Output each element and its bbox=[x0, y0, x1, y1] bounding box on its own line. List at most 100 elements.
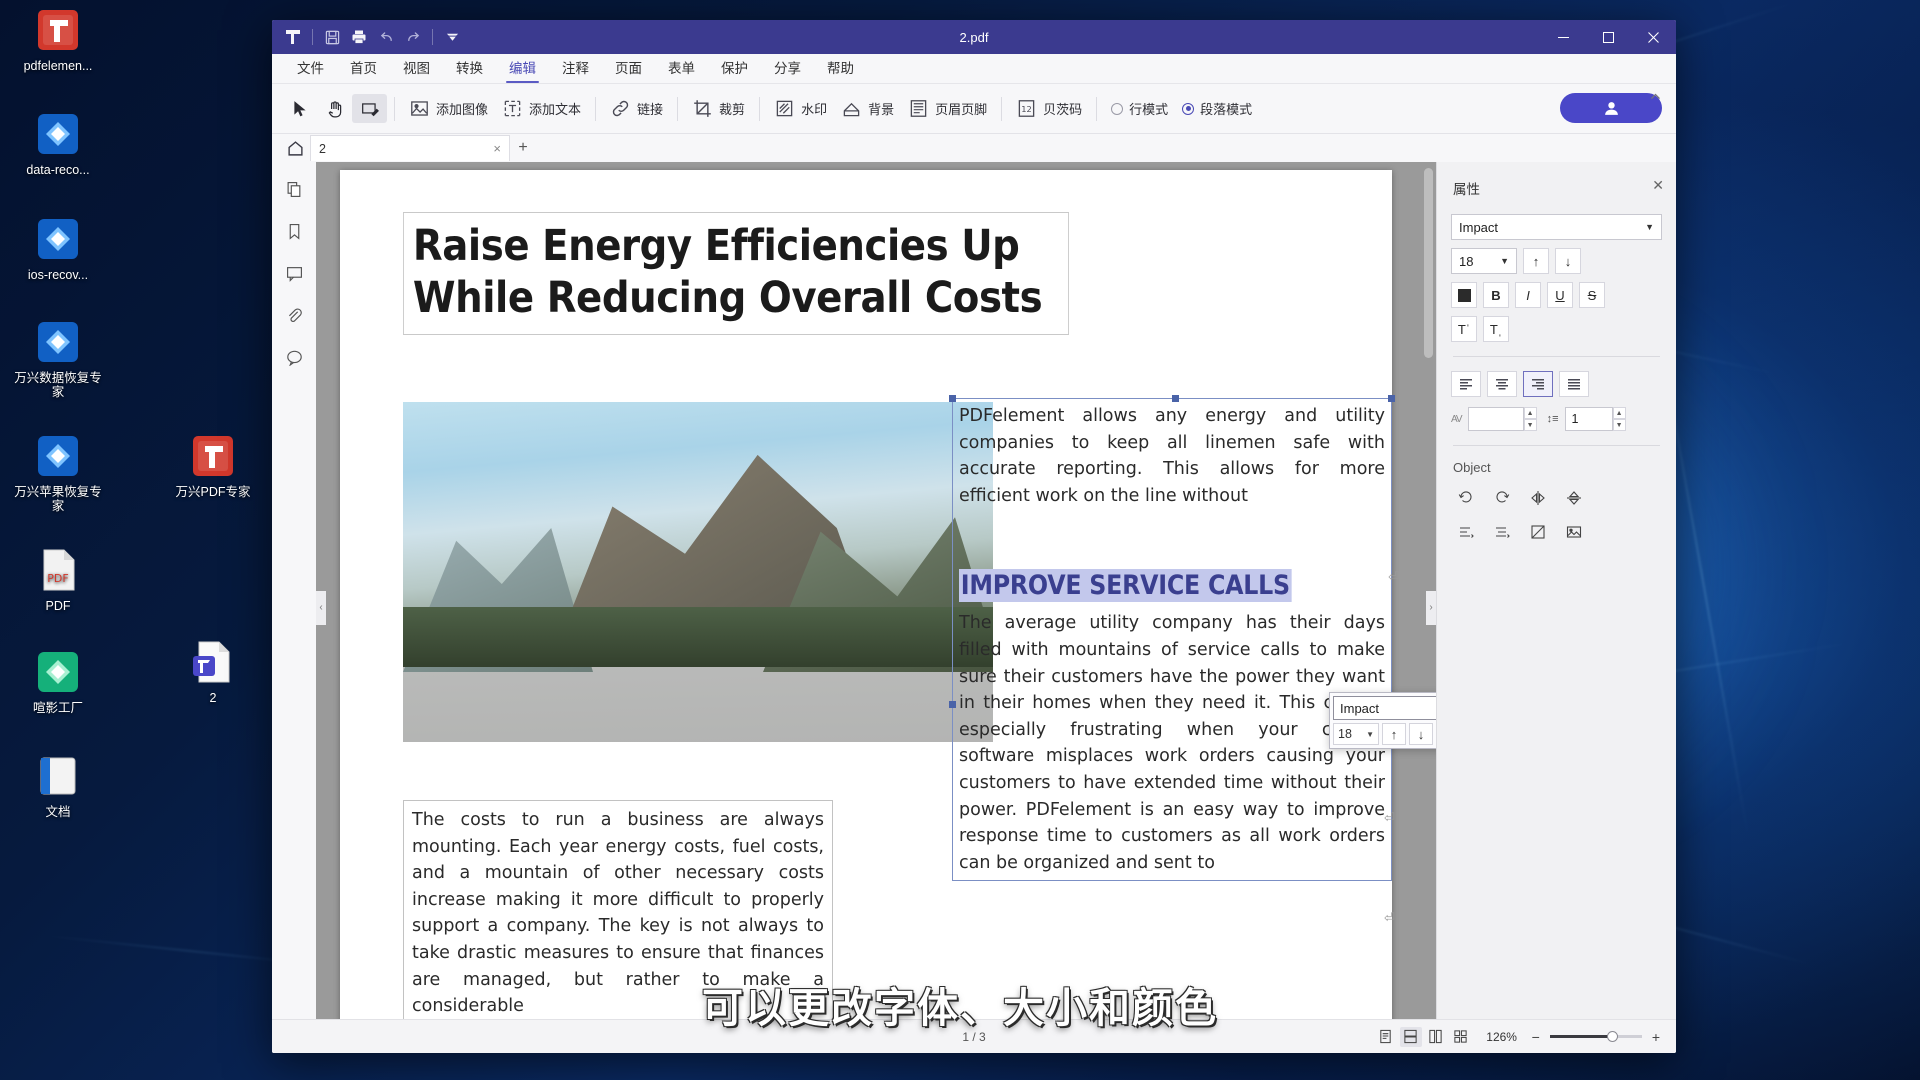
maximize-button[interactable] bbox=[1586, 20, 1631, 54]
continuous-view-button[interactable] bbox=[1399, 1026, 1422, 1047]
flip-vertical-button[interactable] bbox=[1559, 485, 1589, 511]
redo-icon[interactable] bbox=[400, 24, 426, 50]
align-justify-button[interactable] bbox=[1559, 371, 1589, 397]
desktop-icon-wondershare-data-recovery[interactable]: 万兴数据恢复专家 bbox=[10, 318, 106, 399]
document-right-paragraph-2[interactable]: The average utility company has their da… bbox=[959, 610, 1385, 876]
document-image[interactable] bbox=[403, 402, 993, 742]
collapse-right-panel-button[interactable]: › bbox=[1426, 590, 1436, 625]
selected-text-block[interactable]: PDFelement allows any energy and utility… bbox=[949, 395, 1399, 882]
menu-page[interactable]: 页面 bbox=[602, 57, 655, 83]
undo-icon[interactable] bbox=[373, 24, 399, 50]
collapse-left-panel-button[interactable]: ‹ bbox=[316, 590, 326, 625]
desktop-icon-data-recovery[interactable]: data-reco... bbox=[10, 110, 106, 177]
font-family-dropdown[interactable]: Impact ▼ bbox=[1451, 214, 1662, 240]
increase-font-size-button[interactable]: ↑ bbox=[1523, 248, 1549, 274]
menu-comment[interactable]: 注释 bbox=[549, 57, 602, 83]
document-right-paragraph-1[interactable]: PDFelement allows any energy and utility… bbox=[959, 403, 1385, 509]
desktop-icon-pdfelement[interactable]: pdfelemen... bbox=[10, 6, 106, 73]
close-button[interactable] bbox=[1631, 20, 1676, 54]
menu-convert[interactable]: 转换 bbox=[443, 57, 496, 83]
line-spacing-stepper[interactable]: ▲ ▼ bbox=[1612, 407, 1626, 431]
increase-font-size-button[interactable]: ↑ bbox=[1382, 723, 1406, 745]
desktop-icon-wondershare-pdf-expert[interactable]: 万兴PDF专家 bbox=[165, 432, 261, 499]
add-text-button[interactable]: 添加文本 bbox=[495, 94, 588, 123]
menu-file[interactable]: 文件 bbox=[284, 57, 337, 83]
strikethrough-button[interactable]: S bbox=[1579, 282, 1605, 308]
edit-tool[interactable] bbox=[352, 94, 387, 123]
document-tab[interactable]: 2 × bbox=[310, 135, 510, 161]
desktop-icon-pdf-folder[interactable]: PDF PDF bbox=[10, 546, 106, 613]
resize-handle-w[interactable] bbox=[949, 701, 956, 708]
selected-heading-text[interactable]: IMPROVE SERVICE CALLS bbox=[959, 569, 1292, 603]
watermark-button[interactable]: 水印 bbox=[767, 94, 834, 123]
resize-handle-ne[interactable] bbox=[1388, 395, 1395, 402]
collapse-ribbon-button[interactable] bbox=[1649, 90, 1662, 106]
menu-home[interactable]: 首页 bbox=[337, 57, 390, 83]
crop-object-button[interactable] bbox=[1523, 519, 1553, 545]
customize-toolbar-icon[interactable] bbox=[439, 24, 465, 50]
floating-font-size-dropdown[interactable]: 18 ▼ bbox=[1333, 723, 1379, 745]
close-properties-panel-button[interactable]: ✕ bbox=[1652, 177, 1664, 194]
decrease-font-size-button[interactable]: ↓ bbox=[1555, 248, 1581, 274]
decrease-font-size-button[interactable]: ↓ bbox=[1409, 723, 1433, 745]
header-footer-button[interactable]: 页眉页脚 bbox=[901, 94, 994, 123]
menu-share[interactable]: 分享 bbox=[761, 57, 814, 83]
comments-panel-icon[interactable] bbox=[281, 260, 307, 286]
rotate-left-button[interactable] bbox=[1451, 485, 1481, 511]
home-icon[interactable] bbox=[280, 135, 310, 161]
zoom-slider[interactable] bbox=[1549, 1031, 1642, 1042]
char-spacing-input[interactable] bbox=[1467, 407, 1524, 431]
select-tool[interactable] bbox=[282, 94, 317, 123]
replace-image-button[interactable] bbox=[1559, 519, 1589, 545]
hand-tool[interactable] bbox=[317, 94, 352, 123]
menu-form[interactable]: 表单 bbox=[655, 57, 708, 83]
resize-handle-n[interactable] bbox=[1172, 395, 1179, 402]
attachments-panel-icon[interactable] bbox=[281, 302, 307, 328]
line-spacing-input[interactable]: 1 bbox=[1564, 407, 1613, 431]
align-right-button[interactable] bbox=[1523, 371, 1553, 397]
char-spacing-stepper[interactable]: ▲ ▼ bbox=[1523, 407, 1537, 431]
underline-button[interactable]: U bbox=[1547, 282, 1573, 308]
italic-button[interactable]: I bbox=[1515, 282, 1541, 308]
bookmarks-panel-icon[interactable] bbox=[281, 218, 307, 244]
document-viewport[interactable]: ‹ Raise Energy Efficiencies Up While Red… bbox=[316, 162, 1436, 1019]
font-size-dropdown[interactable]: 18 ▼ bbox=[1451, 248, 1517, 274]
zoom-in-button[interactable]: + bbox=[1652, 1029, 1660, 1045]
app-logo-icon[interactable] bbox=[280, 24, 306, 50]
desktop-icon-video-factory[interactable]: 喧影工厂 bbox=[10, 648, 106, 715]
resize-handle-nw[interactable] bbox=[949, 395, 956, 402]
account-button[interactable] bbox=[1560, 93, 1662, 123]
pdf-page[interactable]: Raise Energy Efficiencies Up While Reduc… bbox=[340, 170, 1399, 1019]
save-icon[interactable] bbox=[319, 24, 345, 50]
zoom-slider-knob[interactable] bbox=[1606, 1031, 1618, 1042]
document-heading[interactable]: Raise Energy Efficiencies Up While Reduc… bbox=[403, 212, 1069, 336]
desktop-icon-documents-folder[interactable]: 文档 bbox=[10, 752, 106, 819]
floating-font-family-dropdown[interactable]: Impact ▼ bbox=[1333, 696, 1436, 720]
rotate-right-button[interactable] bbox=[1487, 485, 1517, 511]
superscript-button[interactable]: Tˈ bbox=[1451, 316, 1477, 342]
menu-view[interactable]: 视图 bbox=[390, 57, 443, 83]
bold-button[interactable]: B bbox=[1483, 282, 1509, 308]
grid-view-button[interactable] bbox=[1450, 1027, 1472, 1047]
new-tab-button[interactable]: + bbox=[510, 135, 536, 161]
flip-horizontal-button[interactable] bbox=[1523, 485, 1553, 511]
menu-edit[interactable]: 编辑 bbox=[496, 57, 549, 83]
desktop-icon-ios-recovery[interactable]: ios-recov... bbox=[10, 215, 106, 282]
desktop-icon-wondershare-ios-recovery[interactable]: 万兴苹果恢复专家 bbox=[10, 432, 106, 513]
font-color-swatch[interactable] bbox=[1451, 282, 1477, 308]
align-objects-button[interactable] bbox=[1451, 519, 1481, 545]
background-button[interactable]: 背景 bbox=[834, 94, 901, 123]
menu-help[interactable]: 帮助 bbox=[814, 57, 867, 83]
distribute-objects-button[interactable] bbox=[1487, 519, 1517, 545]
subscript-button[interactable]: Tˌ bbox=[1483, 316, 1509, 342]
link-button[interactable]: 链接 bbox=[603, 94, 670, 123]
print-icon[interactable] bbox=[346, 24, 372, 50]
bates-numbering-button[interactable]: 12 贝茨码 bbox=[1009, 94, 1089, 123]
single-page-view-button[interactable] bbox=[1375, 1027, 1397, 1047]
add-image-button[interactable]: 添加图像 bbox=[402, 94, 495, 123]
crop-button[interactable]: 裁剪 bbox=[685, 94, 752, 123]
document-left-paragraph[interactable]: The costs to run a business are always m… bbox=[403, 800, 833, 1019]
vertical-scrollbar[interactable] bbox=[1424, 168, 1433, 358]
desktop-icon-file-2[interactable]: 2 bbox=[165, 638, 261, 705]
line-mode-radio[interactable]: 行模式 bbox=[1104, 95, 1175, 122]
